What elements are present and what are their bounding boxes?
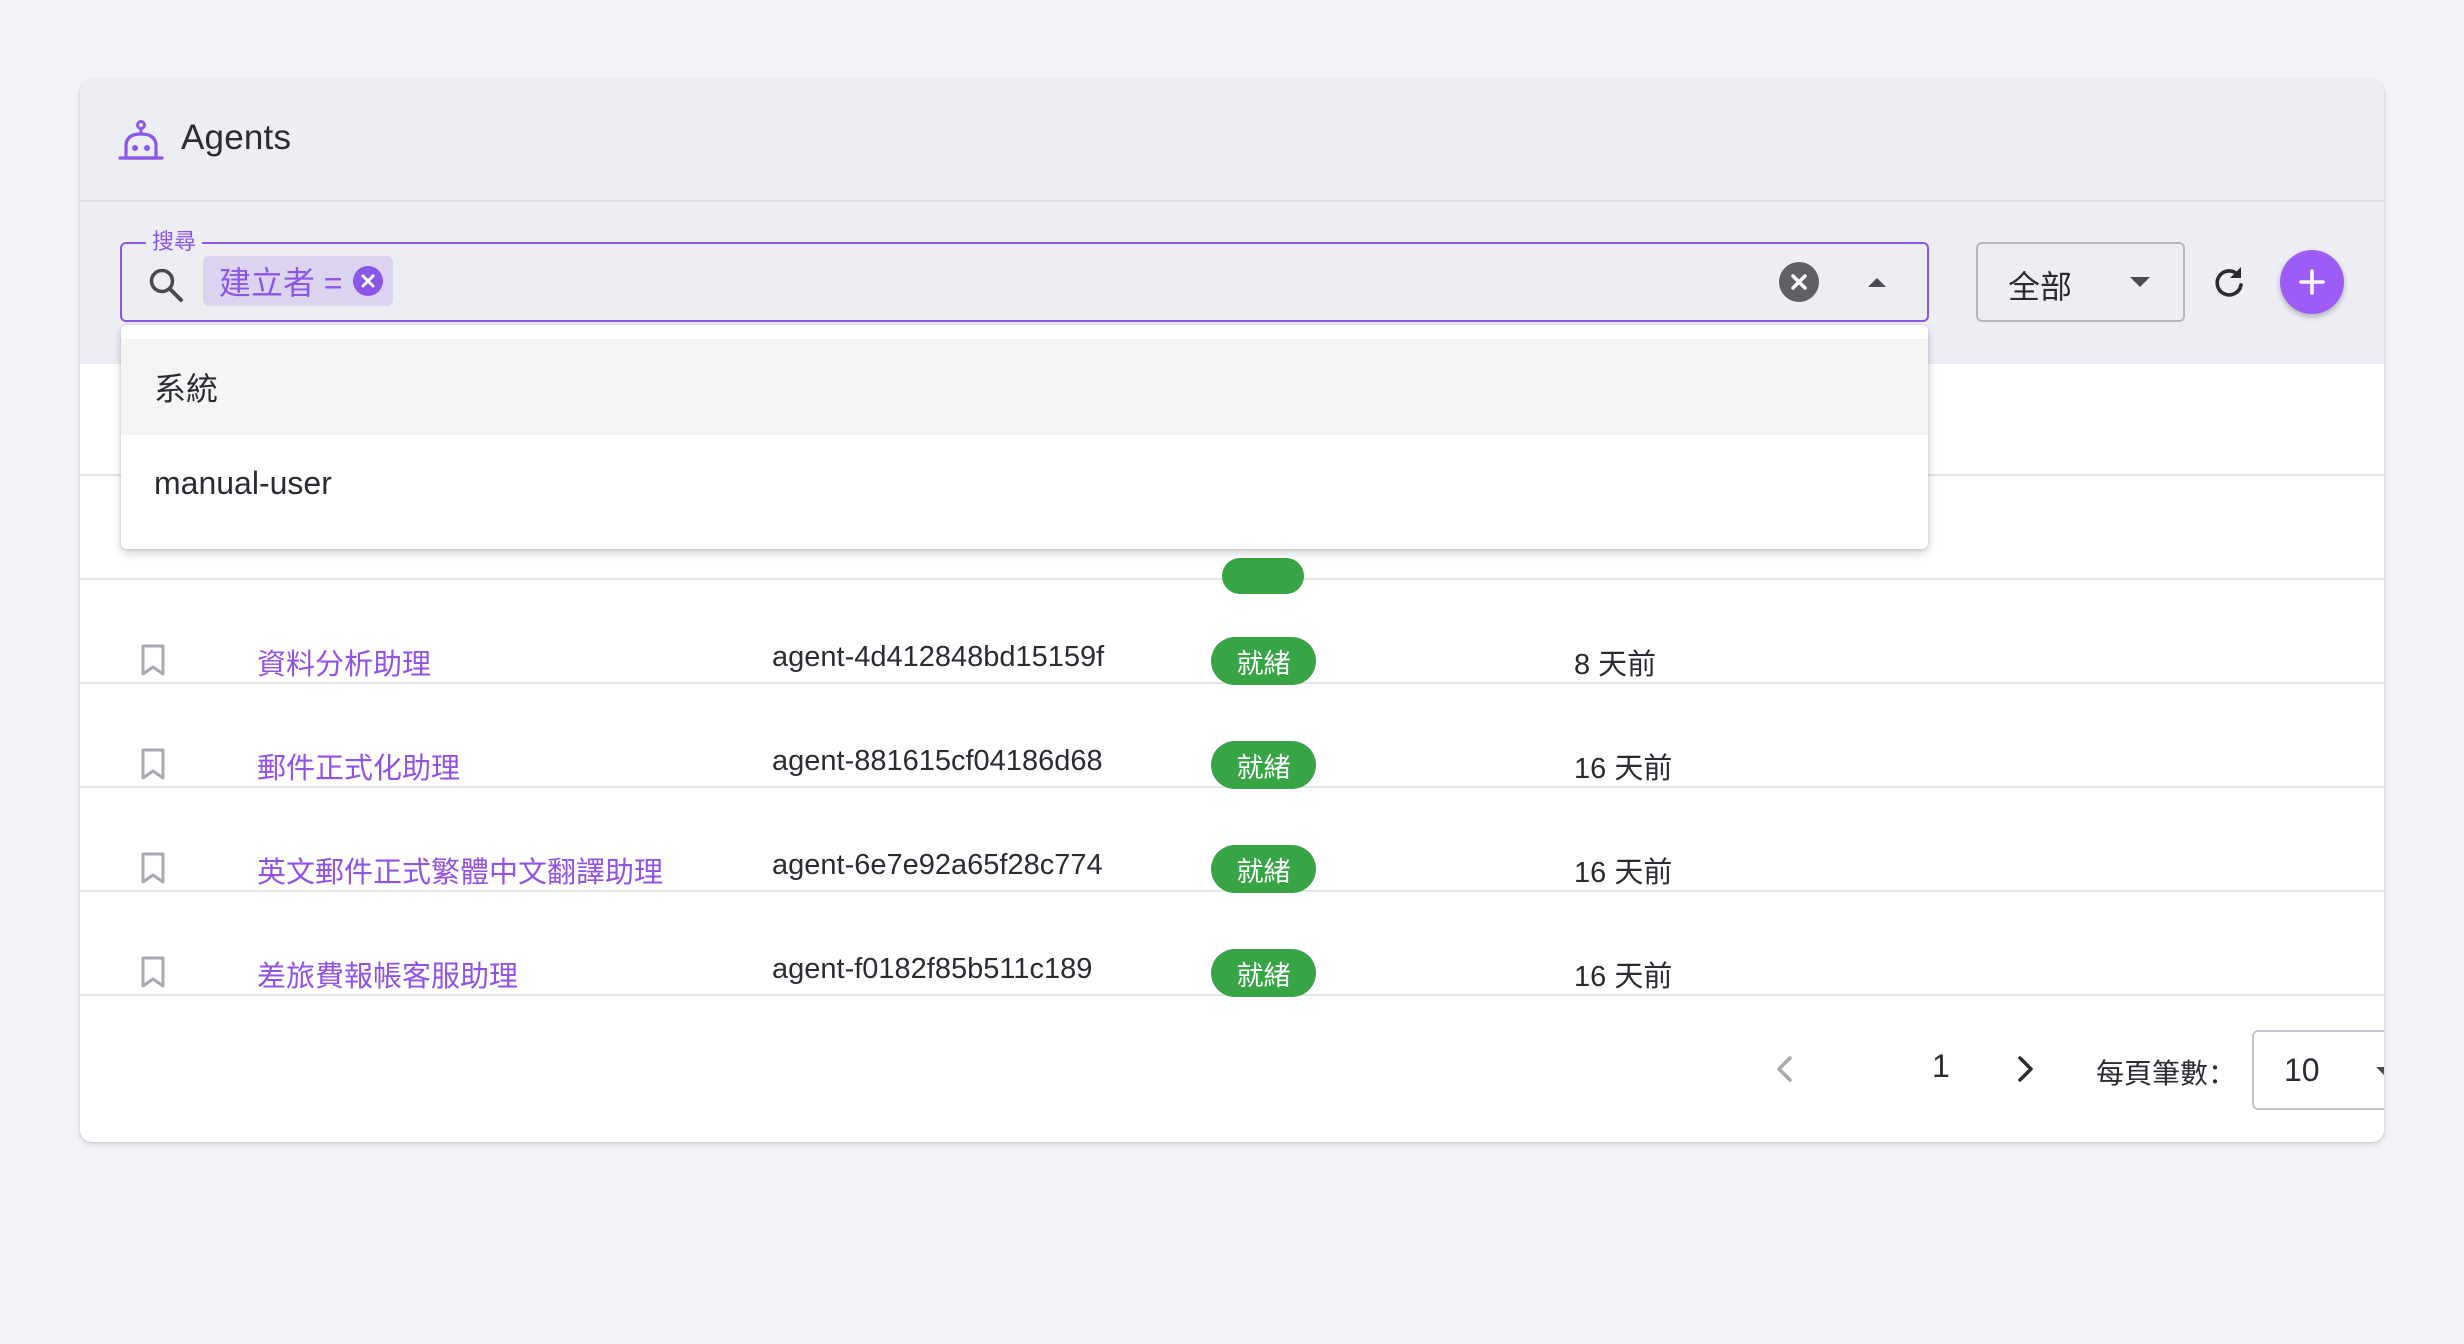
updated-time: 16 天前 xyxy=(1574,857,1673,889)
chip-label: 建立者 = xyxy=(219,265,343,301)
autocomplete-dropdown: 系統 manual-user xyxy=(121,325,1928,549)
caret-up-icon[interactable] xyxy=(1859,264,1895,300)
chevron-left-icon[interactable] xyxy=(1770,1052,1800,1086)
chevron-down-icon xyxy=(2376,1067,2384,1075)
page-title: Agents xyxy=(181,118,292,157)
search-legend: 搜尋 xyxy=(146,227,203,257)
page-size-label: 每頁筆數： xyxy=(2096,1058,2237,1089)
bookmark-icon[interactable] xyxy=(138,851,168,885)
status-badge: 就緒 xyxy=(1211,949,1316,997)
agent-name-link[interactable]: 英文郵件正式繁體中文翻譯助理 xyxy=(257,849,663,891)
dropdown-option[interactable]: manual-user xyxy=(121,435,1928,531)
updated-time: 16 天前 xyxy=(1574,961,1673,993)
clear-icon[interactable] xyxy=(1779,262,1819,302)
status-filter-select[interactable]: 全部 xyxy=(1976,242,2185,322)
current-page[interactable]: 1 xyxy=(1932,1048,1950,1085)
plus-icon xyxy=(2299,269,2325,295)
search-icon xyxy=(149,268,183,302)
card-header: Agents 搜尋 建立者 = 全部 xyxy=(80,80,2384,364)
table-row[interactable]: 郵件正式化助理 agent-881615cf04186d68 就緒 16 天前 xyxy=(80,713,2384,817)
status-badge: 就緒 xyxy=(1211,741,1316,789)
chip-close-icon[interactable] xyxy=(352,266,383,296)
updated-time: 8 天前 xyxy=(1574,649,1657,681)
agent-name-link[interactable]: 差旅費報帳客服助理 xyxy=(257,953,518,995)
add-agent-button[interactable] xyxy=(2280,250,2344,314)
search-field[interactable]: 搜尋 建立者 = xyxy=(120,227,1929,322)
status-badge: 就緒 xyxy=(1211,637,1316,685)
dropdown-option[interactable]: 系統 xyxy=(121,339,1928,435)
status-badge: 就緒 xyxy=(1211,845,1316,893)
bookmark-icon[interactable] xyxy=(138,955,168,989)
agents-card: Agents 搜尋 建立者 = 全部 資料分析助理 agent-4d412848… xyxy=(80,80,2384,1142)
status-badge-hidden xyxy=(1222,558,1304,594)
filter-value: 全部 xyxy=(2008,269,2073,305)
agent-id: agent-881615cf04186d68 xyxy=(772,745,1103,777)
agent-id: agent-f0182f85b511c189 xyxy=(772,953,1093,985)
agent-id: agent-4d412848bd15159f xyxy=(772,641,1105,673)
table-row[interactable]: 差旅費報帳客服助理 agent-f0182f85b511c189 就緒 16 天… xyxy=(80,921,2384,1025)
header-divider xyxy=(80,200,2384,202)
table-row[interactable]: 資料分析助理 agent-4d412848bd15159f 就緒 8 天前 xyxy=(80,609,2384,713)
robot-icon xyxy=(118,120,164,160)
bookmark-icon[interactable] xyxy=(138,747,168,781)
page-size-select[interactable]: 10 xyxy=(2252,1030,2384,1110)
agent-id: agent-6e7e92a65f28c774 xyxy=(772,849,1103,881)
agent-name-link[interactable]: 資料分析助理 xyxy=(257,641,431,683)
page-size-value: 10 xyxy=(2284,1052,2320,1088)
bookmark-icon[interactable] xyxy=(138,643,168,677)
table-row[interactable]: 英文郵件正式繁體中文翻譯助理 agent-6e7e92a65f28c774 就緒… xyxy=(80,817,2384,921)
chevron-down-icon xyxy=(2130,277,2150,287)
chevron-right-icon[interactable] xyxy=(2010,1052,2040,1086)
filter-chip[interactable]: 建立者 = xyxy=(203,256,393,306)
refresh-icon[interactable] xyxy=(2210,264,2248,302)
updated-time: 16 天前 xyxy=(1574,753,1673,785)
agent-name-link[interactable]: 郵件正式化助理 xyxy=(257,745,460,787)
